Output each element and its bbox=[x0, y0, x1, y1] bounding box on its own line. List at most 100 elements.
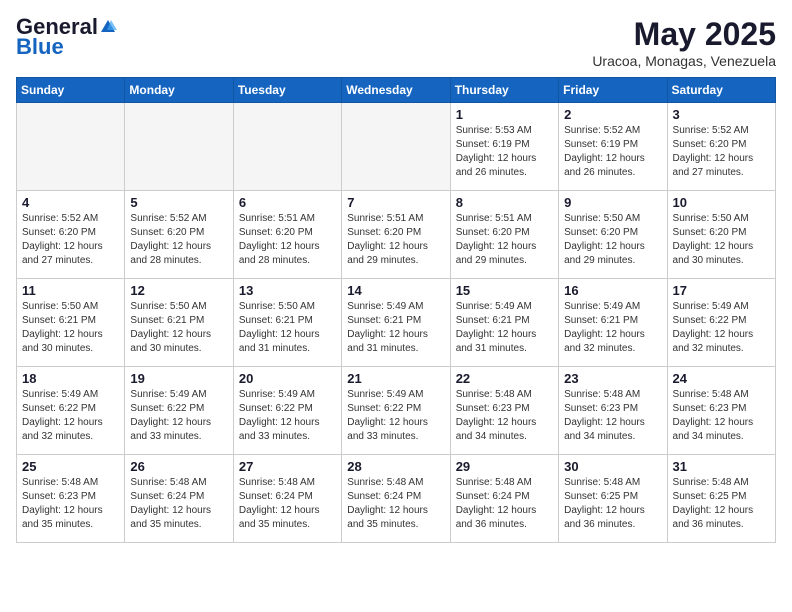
title-block: May 2025 Uracoa, Monagas, Venezuela bbox=[592, 16, 776, 69]
calendar-cell bbox=[233, 103, 341, 191]
calendar-cell bbox=[125, 103, 233, 191]
weekday-saturday: Saturday bbox=[667, 78, 775, 103]
calendar-cell: 2 Sunrise: 5:52 AM Sunset: 6:19 PM Daylig… bbox=[559, 103, 667, 191]
day-info: Sunrise: 5:49 AM Sunset: 6:21 PM Dayligh… bbox=[456, 300, 553, 356]
day-number: 30 bbox=[564, 459, 661, 474]
day-number: 2 bbox=[564, 107, 661, 122]
day-info: Sunrise: 5:48 AM Sunset: 6:24 PM Dayligh… bbox=[130, 476, 227, 532]
calendar-cell: 4 Sunrise: 5:52 AM Sunset: 6:20 PM Daylig… bbox=[17, 191, 125, 279]
week-row-4: 18 Sunrise: 5:49 AM Sunset: 6:22 PM Dayli… bbox=[17, 367, 776, 455]
day-number: 13 bbox=[239, 283, 336, 298]
calendar-cell: 8Sunrise: 5:51 AM Sunset: 6:20 PM Daylig… bbox=[450, 191, 558, 279]
day-info: Sunrise: 5:49 AM Sunset: 6:21 PM Dayligh… bbox=[347, 300, 444, 356]
week-row-5: 25 Sunrise: 5:48 AM Sunset: 6:23 PM Dayli… bbox=[17, 455, 776, 543]
calendar-cell: 21 Sunrise: 5:49 AM Sunset: 6:22 PM Dayli… bbox=[342, 367, 450, 455]
day-number: 20 bbox=[239, 371, 336, 386]
calendar: SundayMondayTuesdayWednesdayThursdayFrid… bbox=[16, 77, 776, 543]
day-number: 1 bbox=[456, 107, 553, 122]
day-info: Sunrise: 5:52 AM Sunset: 6:20 PM Dayligh… bbox=[673, 124, 770, 180]
day-number: 10 bbox=[673, 195, 770, 210]
day-number: 25 bbox=[22, 459, 119, 474]
day-info: Sunrise: 5:48 AM Sunset: 6:24 PM Dayligh… bbox=[347, 476, 444, 532]
day-number: 22 bbox=[456, 371, 553, 386]
calendar-cell: 16 Sunrise: 5:49 AM Sunset: 6:21 PM Dayli… bbox=[559, 279, 667, 367]
week-row-2: 4 Sunrise: 5:52 AM Sunset: 6:20 PM Daylig… bbox=[17, 191, 776, 279]
calendar-cell: 22 Sunrise: 5:48 AM Sunset: 6:23 PM Dayli… bbox=[450, 367, 558, 455]
day-number: 19 bbox=[130, 371, 227, 386]
calendar-cell: 19 Sunrise: 5:49 AM Sunset: 6:22 PM Dayli… bbox=[125, 367, 233, 455]
calendar-cell: 17 Sunrise: 5:49 AM Sunset: 6:22 PM Dayli… bbox=[667, 279, 775, 367]
day-info: Sunrise: 5:48 AM Sunset: 6:23 PM Dayligh… bbox=[673, 388, 770, 444]
location: Uracoa, Monagas, Venezuela bbox=[592, 53, 776, 69]
day-info: Sunrise: 5:48 AM Sunset: 6:23 PM Dayligh… bbox=[564, 388, 661, 444]
day-info: Sunrise: 5:53 AM Sunset: 6:19 PM Dayligh… bbox=[456, 124, 553, 180]
day-info: Sunrise: 5:48 AM Sunset: 6:24 PM Dayligh… bbox=[239, 476, 336, 532]
calendar-cell: 5Sunrise: 5:52 AM Sunset: 6:20 PM Daylig… bbox=[125, 191, 233, 279]
calendar-cell: 14 Sunrise: 5:49 AM Sunset: 6:21 PM Dayli… bbox=[342, 279, 450, 367]
weekday-tuesday: Tuesday bbox=[233, 78, 341, 103]
day-number: 23 bbox=[564, 371, 661, 386]
day-number: 31 bbox=[673, 459, 770, 474]
calendar-cell: 26 Sunrise: 5:48 AM Sunset: 6:24 PM Dayli… bbox=[125, 455, 233, 543]
day-info: Sunrise: 5:51 AM Sunset: 6:20 PM Dayligh… bbox=[456, 212, 553, 268]
day-info: Sunrise: 5:48 AM Sunset: 6:23 PM Dayligh… bbox=[456, 388, 553, 444]
calendar-cell: 25 Sunrise: 5:48 AM Sunset: 6:23 PM Dayli… bbox=[17, 455, 125, 543]
day-info: Sunrise: 5:52 AM Sunset: 6:19 PM Dayligh… bbox=[564, 124, 661, 180]
day-info: Sunrise: 5:51 AM Sunset: 6:20 PM Dayligh… bbox=[239, 212, 336, 268]
calendar-cell: 15 Sunrise: 5:49 AM Sunset: 6:21 PM Dayli… bbox=[450, 279, 558, 367]
calendar-cell: 6Sunrise: 5:51 AM Sunset: 6:20 PM Daylig… bbox=[233, 191, 341, 279]
logo-icon bbox=[99, 18, 117, 36]
day-info: Sunrise: 5:50 AM Sunset: 6:20 PM Dayligh… bbox=[564, 212, 661, 268]
calendar-cell bbox=[342, 103, 450, 191]
calendar-cell: 23 Sunrise: 5:48 AM Sunset: 6:23 PM Dayli… bbox=[559, 367, 667, 455]
day-number: 29 bbox=[456, 459, 553, 474]
day-info: Sunrise: 5:48 AM Sunset: 6:23 PM Dayligh… bbox=[22, 476, 119, 532]
day-number: 15 bbox=[456, 283, 553, 298]
day-number: 17 bbox=[673, 283, 770, 298]
day-info: Sunrise: 5:49 AM Sunset: 6:22 PM Dayligh… bbox=[673, 300, 770, 356]
calendar-cell: 18 Sunrise: 5:49 AM Sunset: 6:22 PM Dayli… bbox=[17, 367, 125, 455]
day-info: Sunrise: 5:50 AM Sunset: 6:21 PM Dayligh… bbox=[239, 300, 336, 356]
weekday-header-row: SundayMondayTuesdayWednesdayThursdayFrid… bbox=[17, 78, 776, 103]
calendar-cell: 7 Sunrise: 5:51 AM Sunset: 6:20 PM Daylig… bbox=[342, 191, 450, 279]
day-info: Sunrise: 5:48 AM Sunset: 6:24 PM Dayligh… bbox=[456, 476, 553, 532]
day-number: 3 bbox=[673, 107, 770, 122]
day-number: 24 bbox=[673, 371, 770, 386]
weekday-sunday: Sunday bbox=[17, 78, 125, 103]
day-info: Sunrise: 5:49 AM Sunset: 6:22 PM Dayligh… bbox=[347, 388, 444, 444]
calendar-cell bbox=[17, 103, 125, 191]
day-number: 7 bbox=[347, 195, 444, 210]
day-number: 11 bbox=[22, 283, 119, 298]
day-info: Sunrise: 5:48 AM Sunset: 6:25 PM Dayligh… bbox=[564, 476, 661, 532]
calendar-cell: 24 Sunrise: 5:48 AM Sunset: 6:23 PM Dayli… bbox=[667, 367, 775, 455]
day-number: 26 bbox=[130, 459, 227, 474]
calendar-cell: 13 Sunrise: 5:50 AM Sunset: 6:21 PM Dayli… bbox=[233, 279, 341, 367]
day-number: 21 bbox=[347, 371, 444, 386]
calendar-cell: 1 Sunrise: 5:53 AM Sunset: 6:19 PM Daylig… bbox=[450, 103, 558, 191]
calendar-cell: 3 Sunrise: 5:52 AM Sunset: 6:20 PM Daylig… bbox=[667, 103, 775, 191]
day-number: 4 bbox=[22, 195, 119, 210]
calendar-cell: 28Sunrise: 5:48 AM Sunset: 6:24 PM Dayli… bbox=[342, 455, 450, 543]
day-number: 18 bbox=[22, 371, 119, 386]
day-info: Sunrise: 5:49 AM Sunset: 6:22 PM Dayligh… bbox=[130, 388, 227, 444]
weekday-wednesday: Wednesday bbox=[342, 78, 450, 103]
day-number: 9 bbox=[564, 195, 661, 210]
day-number: 14 bbox=[347, 283, 444, 298]
day-info: Sunrise: 5:52 AM Sunset: 6:20 PM Dayligh… bbox=[22, 212, 119, 268]
day-info: Sunrise: 5:49 AM Sunset: 6:21 PM Dayligh… bbox=[564, 300, 661, 356]
week-row-1: 1 Sunrise: 5:53 AM Sunset: 6:19 PM Daylig… bbox=[17, 103, 776, 191]
day-info: Sunrise: 5:49 AM Sunset: 6:22 PM Dayligh… bbox=[239, 388, 336, 444]
calendar-cell: 9 Sunrise: 5:50 AM Sunset: 6:20 PM Daylig… bbox=[559, 191, 667, 279]
calendar-cell: 29 Sunrise: 5:48 AM Sunset: 6:24 PM Dayli… bbox=[450, 455, 558, 543]
calendar-cell: 20 Sunrise: 5:49 AM Sunset: 6:22 PM Dayli… bbox=[233, 367, 341, 455]
calendar-cell: 12Sunrise: 5:50 AM Sunset: 6:21 PM Dayli… bbox=[125, 279, 233, 367]
weekday-friday: Friday bbox=[559, 78, 667, 103]
logo-blue: Blue bbox=[16, 36, 117, 58]
day-info: Sunrise: 5:49 AM Sunset: 6:22 PM Dayligh… bbox=[22, 388, 119, 444]
day-info: Sunrise: 5:48 AM Sunset: 6:25 PM Dayligh… bbox=[673, 476, 770, 532]
month-year: May 2025 bbox=[592, 16, 776, 53]
day-info: Sunrise: 5:51 AM Sunset: 6:20 PM Dayligh… bbox=[347, 212, 444, 268]
day-info: Sunrise: 5:52 AM Sunset: 6:20 PM Dayligh… bbox=[130, 212, 227, 268]
weekday-monday: Monday bbox=[125, 78, 233, 103]
day-number: 16 bbox=[564, 283, 661, 298]
